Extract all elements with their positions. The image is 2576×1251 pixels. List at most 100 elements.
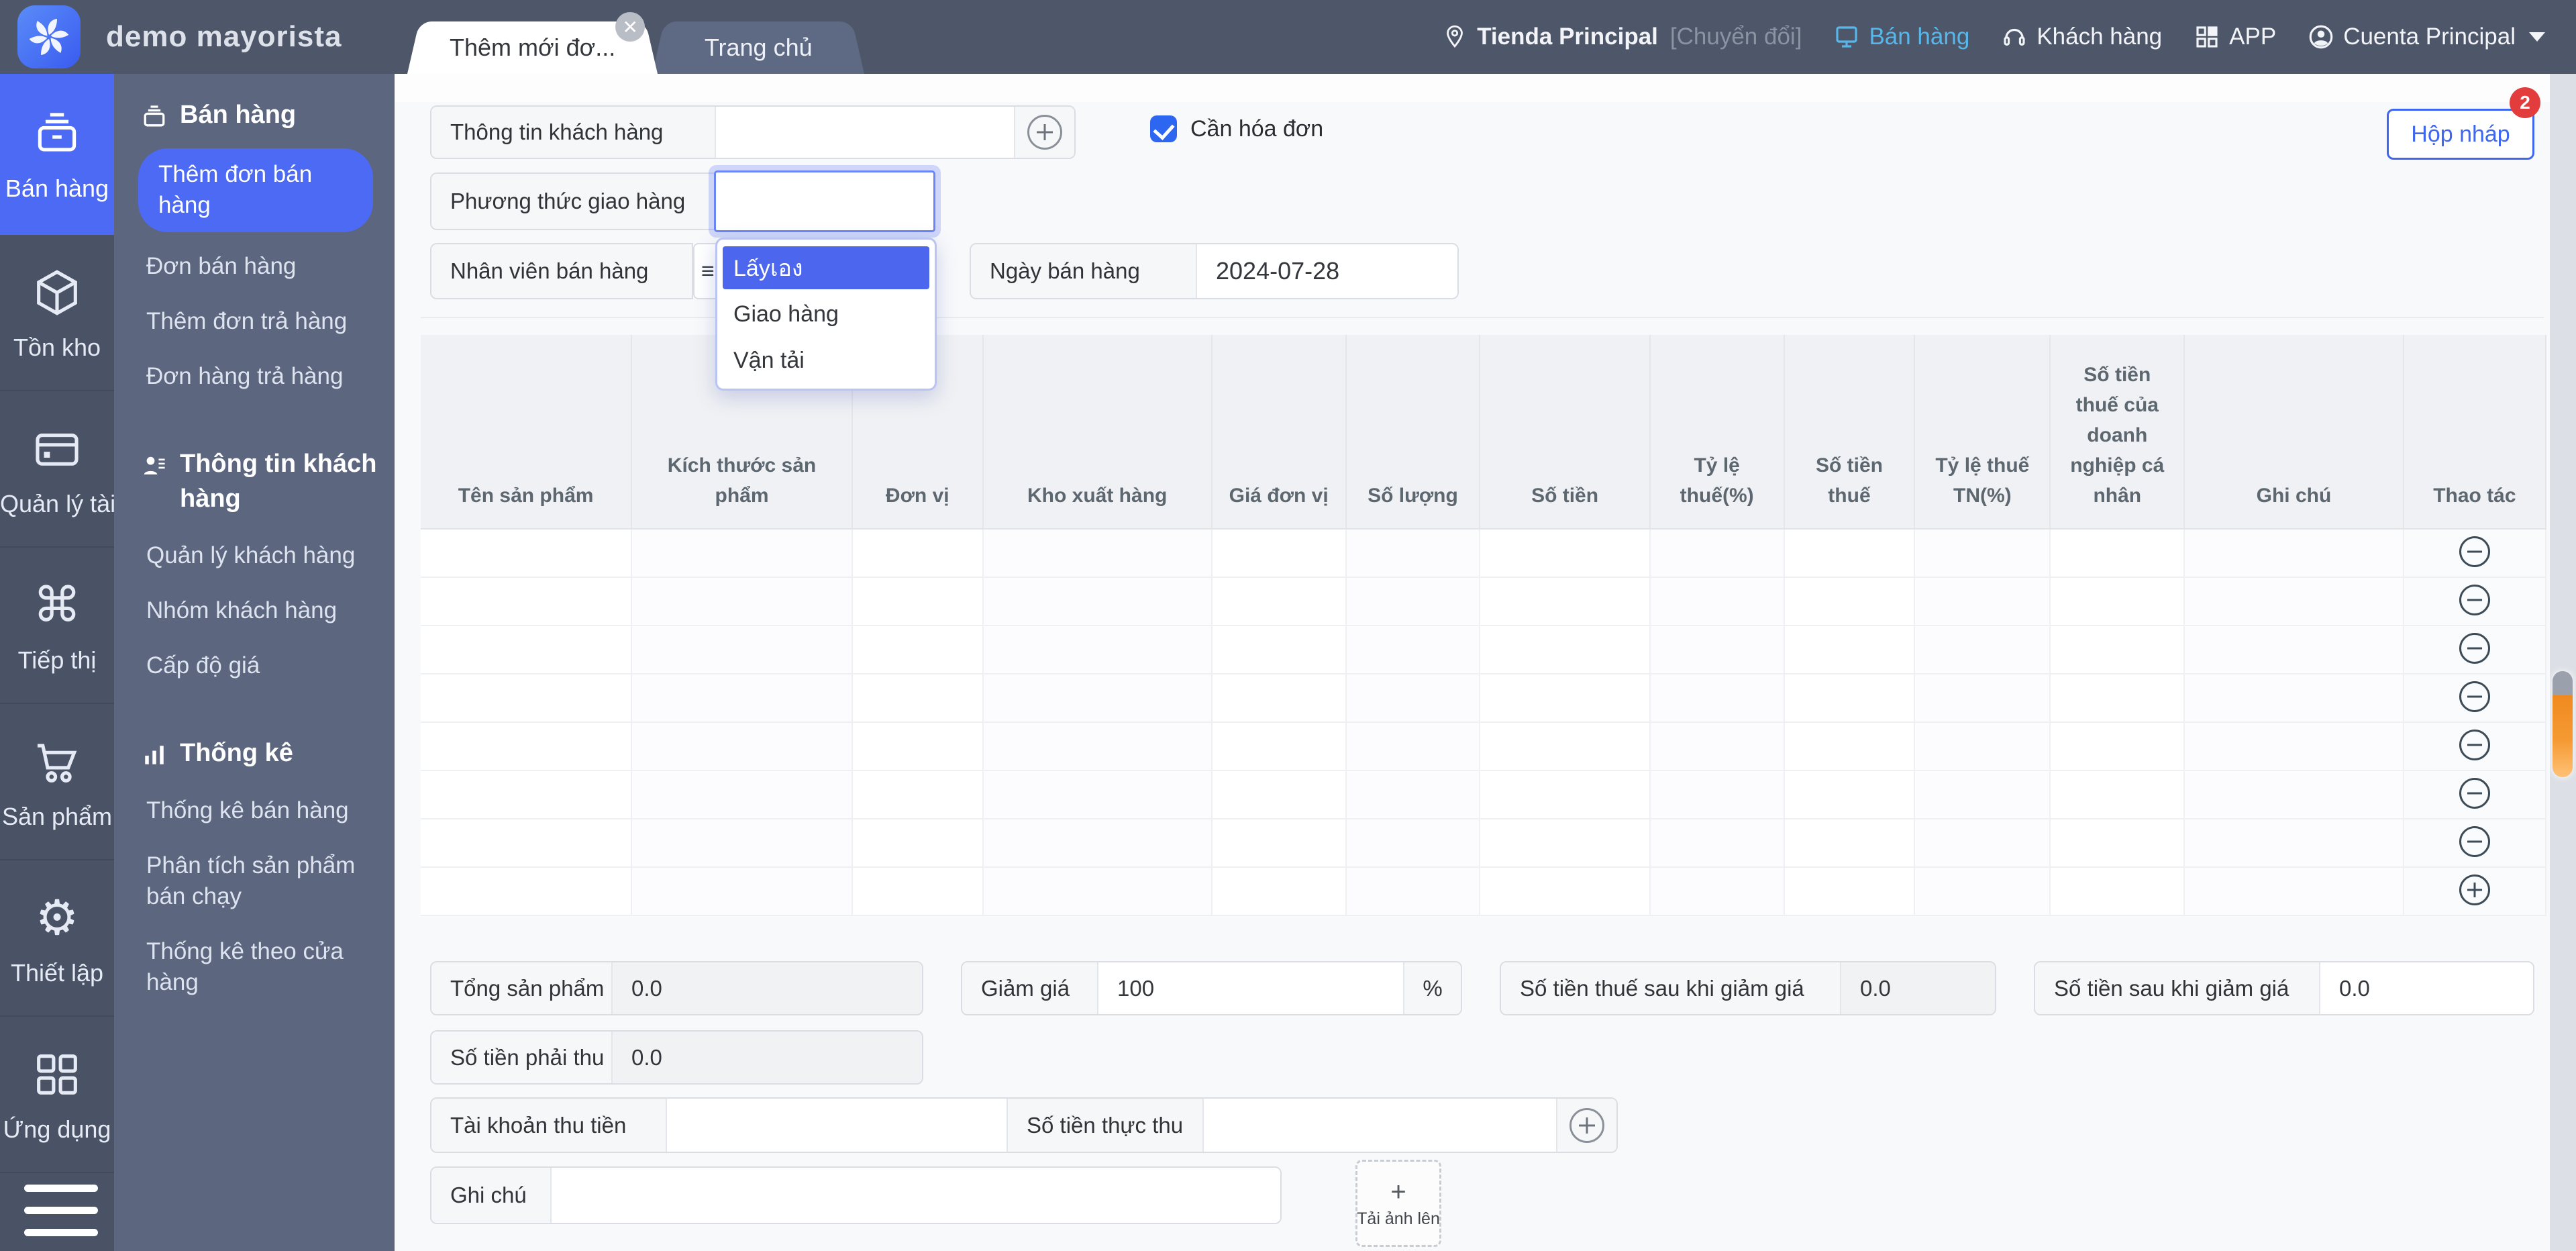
nav-khach-hang[interactable]: Khách hàng [2000, 23, 2162, 51]
add-payment-icon[interactable] [1569, 1108, 1604, 1143]
dropdown-option-lay-eng[interactable]: Lấyเอง [723, 246, 929, 289]
add-customer-section [1014, 107, 1074, 158]
nav-account[interactable]: Cuenta Principal [2307, 23, 2545, 51]
receivable-label: Số tiền phải thu [431, 1032, 613, 1083]
dropdown-option-van-tai[interactable]: Vận tải [723, 339, 929, 382]
remove-row-icon[interactable] [2459, 681, 2490, 712]
sale-date-field: Ngày bán hàng 2024-07-28 [970, 243, 1459, 299]
credit-card-icon [28, 420, 86, 478]
tab-them-moi-don[interactable]: Thêm mới đơ... ✕ [429, 21, 635, 74]
vertical-scrollbar-track[interactable] [2550, 74, 2576, 1251]
product-table: Tên sản phẩm Kích thước sản phẩm Đơn vị … [421, 335, 2546, 916]
rail-item-tiep-thi[interactable]: ⌘ Tiếp thị [0, 548, 114, 704]
upload-image-button[interactable]: + Tải ảnh lên [1355, 1160, 1441, 1247]
store-name: Tienda Principal [1477, 23, 1658, 50]
nav-ban-hang[interactable]: Bán hàng [1833, 23, 1969, 51]
note-input[interactable] [552, 1168, 1280, 1223]
menu-section-title: Thông tin khách hàng [140, 447, 381, 516]
col-kho-xuat-hang: Kho xuất hàng [983, 335, 1212, 529]
rail-item-san-pham[interactable]: Sản phẩm [0, 704, 114, 860]
remove-row-icon[interactable] [2459, 633, 2490, 664]
receivable-field: Số tiền phải thu 0.0 [430, 1030, 923, 1085]
col-gia-don-vi: Giá đơn vị [1212, 335, 1346, 529]
add-row-icon[interactable] [2459, 874, 2490, 905]
rail-item-thiet-lap[interactable]: ⚙ Thiết lập [0, 860, 114, 1017]
table-row [421, 674, 2546, 722]
chevron-down-icon [2529, 32, 2545, 42]
col-ty-le-thue: Tỷ lệ thuế(%) [1650, 335, 1784, 529]
remove-row-icon[interactable] [2459, 730, 2490, 760]
app-grid-icon [28, 1046, 86, 1103]
customer-info-input[interactable] [716, 107, 1014, 158]
table-row [421, 626, 2546, 674]
discount-label: Giảm giá [962, 962, 1098, 1014]
rail-item-ung-dung[interactable]: Ứng dụng [0, 1017, 114, 1173]
amount-after-discount-value: 0.0 [2320, 962, 2533, 1014]
user-circle-icon [2307, 23, 2335, 51]
tax-after-discount-value: 0.0 [1841, 962, 1995, 1014]
customer-info-label: Thông tin khách hàng [431, 107, 716, 158]
tab-trang-chu[interactable]: Trang chủ [674, 21, 842, 74]
menu-item-thong-ke-ban-hang[interactable]: Thống kê bán hàng [146, 783, 381, 838]
dropdown-option-giao-hang[interactable]: Giao hàng [723, 293, 929, 336]
total-products-value: 0.0 [613, 962, 922, 1014]
location-pin-icon [1441, 23, 1469, 51]
menu-item-don-hang-tra-hang[interactable]: Đơn hàng trả hàng [146, 349, 381, 404]
remove-row-icon[interactable] [2459, 536, 2490, 567]
discount-input[interactable]: 100 [1098, 962, 1403, 1014]
icon-rail: Bán hàng Tồn kho Quản lý tài ⌘ Tiếp thị [0, 74, 114, 1251]
upload-plus-icon: + [1390, 1179, 1406, 1205]
invoice-checkbox[interactable] [1150, 115, 1177, 142]
payment-row: Tài khoản thu tiền Số tiền thực thu [430, 1097, 1618, 1153]
vertical-scrollbar-thumb[interactable] [2553, 671, 2573, 777]
delivery-method-label: Phương thức giao hàng [431, 174, 715, 229]
received-amount-input[interactable] [1204, 1099, 1556, 1152]
salesman-field: Nhân viên bán hàng [430, 243, 693, 299]
draft-count-badge: 2 [2510, 87, 2540, 118]
menu-item-nhom-khach-hang[interactable]: Nhóm khách hàng [146, 583, 381, 638]
draft-box-button[interactable]: Hộp nháp [2387, 109, 2534, 160]
app-logo[interactable] [17, 5, 81, 68]
add-customer-icon[interactable] [1027, 115, 1062, 150]
sale-date-input[interactable]: 2024-07-28 [1197, 244, 1457, 298]
table-row [421, 577, 2546, 626]
delivery-method-input[interactable] [715, 171, 935, 232]
amount-after-discount-label: Số tiền sau khi giảm giá [2035, 962, 2320, 1014]
note-field: Ghi chú [430, 1166, 1282, 1224]
table-row [421, 529, 2546, 577]
col-ty-le-thue-tn: Tỷ lệ thuế TN(%) [1914, 335, 2050, 529]
rail-item-quan-ly-tai[interactable]: Quản lý tài [0, 391, 114, 548]
menu-section-thong-tin-khach-hang: Thông tin khách hàng Quản lý khách hàng … [140, 447, 381, 693]
received-amount-label: Số tiền thực thu [1007, 1099, 1204, 1152]
remove-row-icon[interactable] [2459, 585, 2490, 615]
tab-bar: Thêm mới đơ... ✕ Trang chủ [429, 21, 842, 74]
col-so-tien-thue: Số tiền thuế [1784, 335, 1915, 529]
rail-item-ton-kho[interactable]: Tồn kho [0, 235, 114, 391]
remove-row-icon[interactable] [2459, 826, 2490, 857]
bar-chart-icon [140, 740, 169, 770]
gear-icon: ⚙ [28, 889, 86, 947]
menu-item-them-don-ban-hang[interactable]: Thêm đơn bán hàng [138, 148, 373, 232]
amount-after-discount-field: Số tiền sau khi giảm giá 0.0 [2034, 961, 2534, 1015]
table-row [421, 722, 2546, 770]
nav-app[interactable]: APP [2193, 23, 2276, 51]
menu-item-quan-ly-khach-hang[interactable]: Quản lý khách hàng [146, 528, 381, 583]
rail-item-ban-hang[interactable]: Bán hàng [0, 74, 114, 235]
close-tab-icon[interactable]: ✕ [615, 12, 645, 42]
store-selector[interactable]: Tienda Principal [Chuyển đổi] [1441, 23, 1802, 51]
scrollbar-thumb-body [2553, 695, 2573, 777]
table-row [421, 770, 2546, 819]
cash-drawer-icon [140, 102, 169, 132]
menu-item-thong-ke-cua-hang[interactable]: Thống kê theo cửa hàng [146, 924, 381, 1010]
menu-section-title: Thống kê [140, 736, 381, 770]
headset-icon [2000, 23, 2028, 51]
customer-info-field: Thông tin khách hàng [430, 105, 1076, 159]
menu-item-cap-do-gia[interactable]: Cấp độ giá [146, 638, 381, 693]
payment-account-input[interactable] [667, 1099, 1007, 1152]
hamburger-menu-icon[interactable] [24, 1185, 98, 1236]
menu-item-them-don-tra-hang[interactable]: Thêm đơn trả hàng [146, 294, 381, 349]
store-switch-link[interactable]: [Chuyển đổi] [1670, 23, 1802, 50]
remove-row-icon[interactable] [2459, 778, 2490, 809]
menu-item-phan-tich-san-pham[interactable]: Phân tích sản phẩm bán chạy [146, 838, 381, 924]
menu-item-don-ban-hang[interactable]: Đơn bán hàng [146, 239, 381, 294]
